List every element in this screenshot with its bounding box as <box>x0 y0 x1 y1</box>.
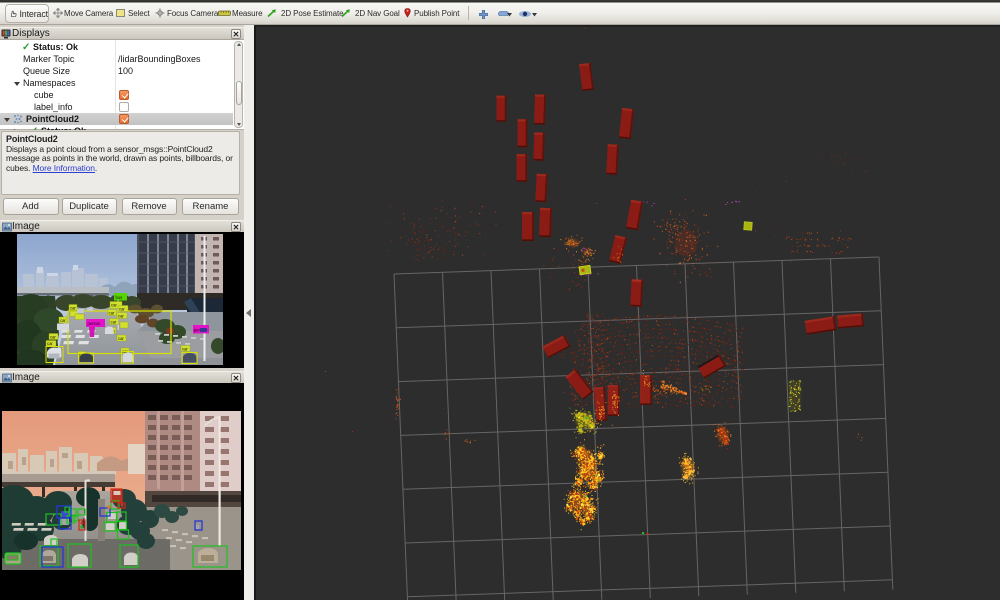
svg-text:car: car <box>182 346 188 351</box>
svg-text:car: car <box>111 319 117 324</box>
svg-text:car: car <box>47 341 53 346</box>
svg-text:car: car <box>109 310 115 315</box>
svg-text:car: car <box>50 334 56 339</box>
svg-text:0: 0 <box>196 525 199 531</box>
svg-text:car: car <box>60 318 66 323</box>
svg-text:car: car <box>118 313 124 318</box>
svg-text:person: person <box>88 321 101 326</box>
svg-text:car: car <box>70 305 76 310</box>
svg-text:bus: bus <box>116 295 123 300</box>
svg-text:car: car <box>119 306 125 311</box>
svg-text:car: car <box>111 302 117 307</box>
svg-text:car: car <box>118 336 124 341</box>
